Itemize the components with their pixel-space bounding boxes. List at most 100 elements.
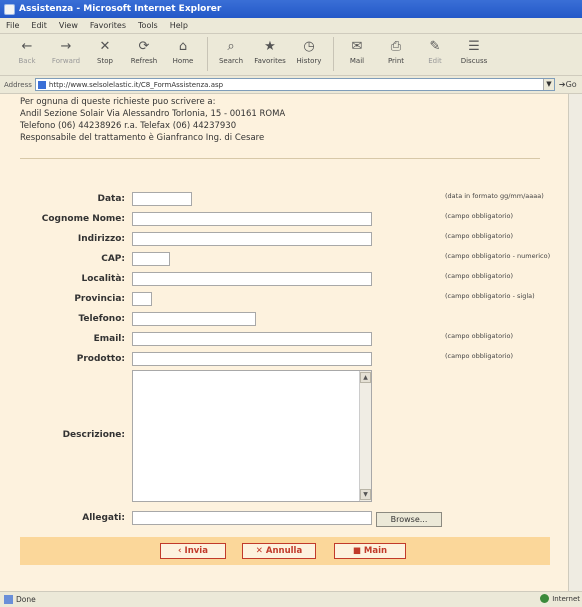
annulla-button[interactable]: ✕ Annulla: [242, 543, 316, 559]
edit-button[interactable]: ✎ Edit: [416, 37, 454, 73]
mail-icon: ✉: [351, 38, 363, 54]
history-icon: ◷: [303, 38, 315, 54]
note-email: (campo obbligatorio): [445, 332, 514, 340]
menu-view[interactable]: View: [59, 21, 78, 30]
main-button[interactable]: ■ Main: [334, 543, 406, 559]
back-arrow-icon: ←: [21, 38, 33, 54]
browse-button[interactable]: Browse...: [376, 512, 442, 527]
row-cognome-nome: Cognome Nome: (campo obbligatorio): [0, 211, 568, 229]
row-allegati: Allegati:: [0, 510, 568, 528]
stop-button[interactable]: ✕ Stop: [86, 37, 124, 73]
search-button[interactable]: ⌕ Search: [212, 37, 250, 73]
label-prodotto: Prodotto:: [76, 354, 125, 364]
mail-button[interactable]: ✉ Mail: [338, 37, 376, 73]
page-icon: [37, 80, 46, 89]
print-icon: ⎙: [390, 38, 402, 54]
label-provincia: Provincia:: [74, 294, 125, 304]
label-localita: Località:: [81, 274, 125, 284]
security-zone: Internet: [540, 594, 580, 603]
home-button[interactable]: ⌂ Home: [164, 37, 202, 73]
contact-line: Responsabile del trattamento è Gianfranc…: [20, 133, 265, 143]
contact-line: Per ognuna di queste richieste puo scriv…: [20, 97, 216, 107]
history-button[interactable]: ◷ History: [290, 37, 328, 73]
home-icon: ⌂: [178, 38, 188, 54]
stop-icon: ✕: [99, 38, 111, 54]
globe-icon: [540, 594, 550, 603]
note-provincia: (campo obbligatorio - sigla): [445, 292, 535, 300]
label-email: Email:: [93, 334, 125, 344]
go-button[interactable]: ➔Go: [559, 80, 577, 89]
window-title: Assistenza - Microsoft Internet Explorer: [19, 4, 222, 14]
descrizione-textarea[interactable]: ▲ ▼: [132, 370, 372, 502]
contact-line: Telefono (06) 44238926 r.a. Telefax (06)…: [20, 121, 237, 131]
cognome-nome-input[interactable]: [132, 212, 372, 226]
status-text: Done: [16, 595, 36, 604]
refresh-icon: ⟳: [138, 38, 150, 54]
row-localita: Località: (campo obbligatorio): [0, 271, 568, 289]
page-content: Per ognuna di queste richieste puo scriv…: [0, 94, 568, 591]
status-bar: Done Internet: [0, 591, 582, 607]
discuss-button[interactable]: ☰ Discuss: [455, 37, 493, 73]
indirizzo-input[interactable]: [132, 232, 372, 246]
note-localita: (campo obbligatorio): [445, 272, 514, 280]
go-arrow-icon: ➔: [558, 80, 566, 89]
note-cognome-nome: (campo obbligatorio): [445, 212, 514, 220]
ie-logo-icon: [4, 3, 15, 15]
cancel-icon: ✕: [255, 546, 263, 556]
title-bar: Assistenza - Microsoft Internet Explorer: [0, 0, 582, 18]
zone-text: Internet: [552, 594, 580, 603]
row-email: Email: (campo obbligatorio): [0, 331, 568, 349]
label-cap: CAP:: [101, 254, 125, 264]
favorites-button[interactable]: ★ Favorites: [251, 37, 289, 73]
divider: [20, 158, 540, 159]
menu-edit[interactable]: Edit: [31, 21, 47, 30]
contact-line: Andil Sezione Solair Via Alessandro Torl…: [20, 109, 286, 119]
discuss-icon: ☰: [468, 38, 480, 54]
label-indirizzo: Indirizzo:: [77, 234, 125, 244]
refresh-button[interactable]: ⟳ Refresh: [125, 37, 163, 73]
window-scrollbar[interactable]: [568, 94, 582, 591]
email-input[interactable]: [132, 332, 372, 346]
telefono-input[interactable]: [132, 312, 256, 326]
localita-input[interactable]: [132, 272, 372, 286]
menu-favorites[interactable]: Favorites: [90, 21, 126, 30]
scroll-up-icon[interactable]: ▲: [360, 372, 371, 383]
back-button[interactable]: ← Back: [8, 37, 46, 73]
browser-window: Assistenza - Microsoft Internet Explorer…: [0, 0, 582, 607]
note-cap: (campo obbligatorio - numerico): [445, 252, 551, 260]
address-input[interactable]: http://www.selsolelastic.it/C8_FormAssis…: [34, 78, 555, 91]
invia-button[interactable]: ‹ Invia: [160, 543, 226, 559]
edit-icon: ✎: [429, 38, 441, 54]
forward-button[interactable]: → Forward: [47, 37, 85, 73]
forward-arrow-icon: →: [60, 38, 72, 54]
menu-bar: File Edit View Favorites Tools Help: [0, 18, 582, 34]
note-data: (data in formato gg/mm/aaaa): [445, 192, 544, 200]
note-prodotto: (campo obbligatorio): [445, 352, 514, 360]
row-cap: CAP: (campo obbligatorio - numerico): [0, 251, 568, 269]
cap-input[interactable]: [132, 252, 170, 266]
label-data: Data:: [97, 194, 125, 204]
address-label: Address: [4, 80, 32, 89]
menu-help[interactable]: Help: [170, 21, 188, 30]
label-allegati: Allegati:: [82, 513, 125, 523]
label-cognome-nome: Cognome Nome:: [41, 214, 125, 224]
toolbar-separator: [333, 37, 334, 71]
toolbar-separator: [207, 37, 208, 71]
action-bar: ‹ Invia ✕ Annulla ■ Main: [20, 537, 550, 565]
provincia-input[interactable]: [132, 292, 152, 306]
row-data: Data: (data in formato gg/mm/aaaa): [0, 191, 568, 209]
note-indirizzo: (campo obbligatorio): [445, 232, 514, 240]
favorites-icon: ★: [264, 38, 276, 54]
address-dropdown-icon[interactable]: ▼: [542, 79, 554, 90]
descrizione-scrollbar[interactable]: ▲ ▼: [359, 371, 371, 501]
row-telefono: Telefono:: [0, 311, 568, 329]
main-icon: ■: [352, 546, 361, 556]
data-input[interactable]: [132, 192, 192, 206]
menu-tools[interactable]: Tools: [138, 21, 158, 30]
menu-file[interactable]: File: [6, 21, 19, 30]
allegati-input[interactable]: [132, 511, 372, 525]
prodotto-input[interactable]: [132, 352, 372, 366]
row-prodotto: Prodotto: (campo obbligatorio): [0, 351, 568, 369]
print-button[interactable]: ⎙ Print: [377, 37, 415, 73]
scroll-down-icon[interactable]: ▼: [360, 489, 371, 500]
